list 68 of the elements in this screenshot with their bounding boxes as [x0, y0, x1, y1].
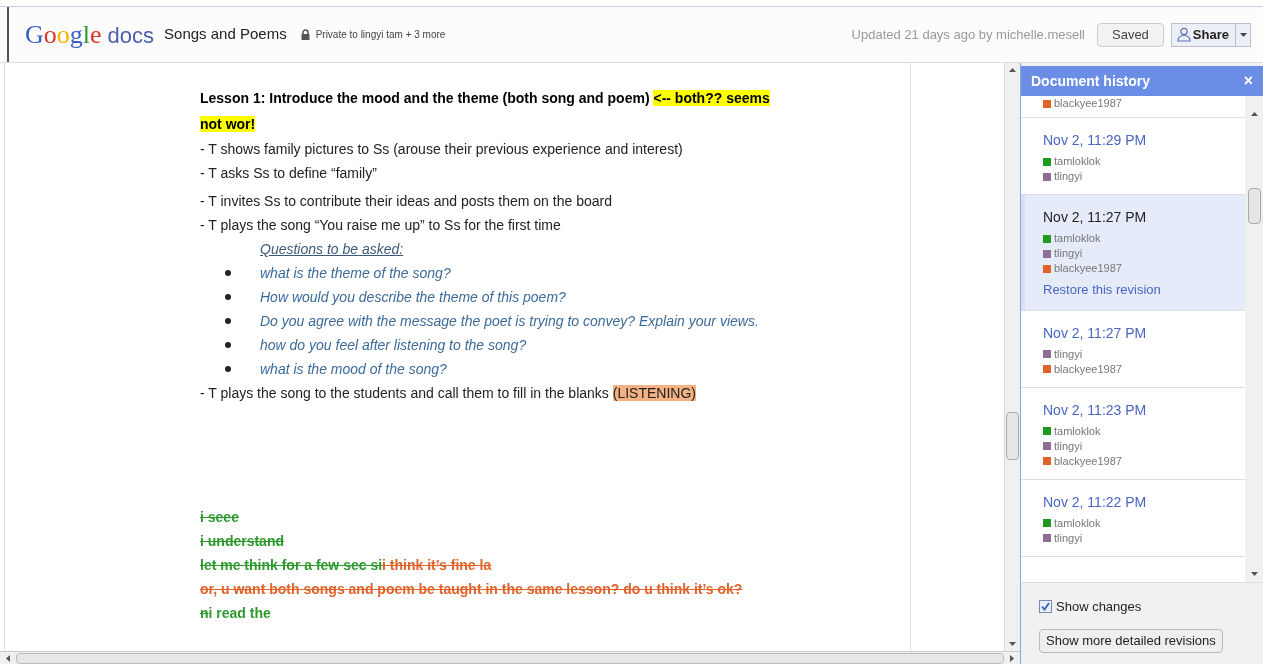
lock-icon	[300, 29, 310, 40]
change-line: i understand	[200, 532, 284, 551]
document-scrollbar[interactable]	[1004, 63, 1020, 651]
author-name: tlingyi	[1054, 530, 1083, 546]
bullet-icon	[225, 270, 231, 276]
bullet-icon	[225, 318, 231, 324]
lesson-heading: Lesson 1: Introduce the mood and the theme (both song and poem) <-- both?? seems not wor!	[200, 89, 771, 134]
scroll-right-icon[interactable]	[1010, 654, 1014, 662]
author-name: tlingyi	[1054, 246, 1083, 262]
question-line: How would you describe the theme of this poem?	[260, 288, 566, 307]
author-name: tlingyi	[1054, 438, 1083, 454]
document-line: - T asks Ss to define “family”	[200, 164, 378, 183]
revision-time: Nov 2, 11:23 PM	[1043, 400, 1148, 420]
scrollbar-thumb[interactable]	[1006, 412, 1019, 460]
share-button[interactable]: Share	[1170, 22, 1236, 47]
show-changes-label: Show changes	[1056, 598, 1142, 616]
question-line: what is the mood of the song?	[260, 360, 447, 379]
bullet-icon	[225, 342, 231, 348]
document-title[interactable]: Songs and Poems	[164, 23, 287, 46]
detailed-revisions-button[interactable]: Show more detailed revisions	[1039, 628, 1223, 653]
show-changes-checkbox[interactable]	[1039, 600, 1052, 614]
share-menu-button[interactable]	[1236, 22, 1251, 47]
author-name: tamloklok	[1054, 515, 1101, 531]
author-name: tlingyi	[1054, 169, 1083, 185]
author-name: tlingyi	[1054, 346, 1083, 362]
questions-heading: Questions to be asked:	[260, 240, 404, 259]
saved-button[interactable]: Saved	[1097, 22, 1164, 47]
question-line: how do you feel after listening to the song?	[260, 336, 527, 355]
author-name: blackyee1987	[1054, 453, 1122, 469]
revision-time: Nov 2, 11:29 PM	[1043, 131, 1148, 150]
question-line: what is the theme of the song?	[260, 264, 451, 283]
revision-time: Nov 2, 11:22 PM	[1043, 492, 1148, 512]
check-icon	[1041, 602, 1050, 612]
change-line: let me think for a few sec sii think it’s fine la	[200, 556, 492, 575]
app-logo[interactable]: Google docs	[25, 21, 155, 48]
author-name: blackyee1987	[1054, 361, 1122, 377]
bullet-icon	[225, 366, 231, 372]
person-icon	[1176, 27, 1191, 42]
bullet-icon	[225, 294, 231, 300]
revision-entry[interactable]: Nov 2, 11:27 PM tamloklok tlingyi blackyee1987 Restore this revision	[1021, 195, 1245, 311]
scroll-up-icon[interactable]	[1250, 112, 1258, 116]
revision-time: Nov 2, 11:27 PM	[1043, 323, 1148, 343]
privacy-link[interactable]: Private to lingyi tam + 3 more	[315, 27, 446, 42]
author-name: tamloklok	[1054, 231, 1101, 247]
scroll-down-icon[interactable]	[1009, 642, 1016, 646]
close-button[interactable]: ×	[1243, 73, 1253, 89]
author-name: tamloklok	[1054, 423, 1101, 439]
updated-status: Updated 21 days ago by michelle.mesell	[851, 25, 1085, 44]
scrollbar-thumb[interactable]	[1247, 188, 1261, 224]
revision-time: Nov 2, 11:27 PM	[1043, 208, 1148, 227]
author-name: tamloklok	[1054, 154, 1101, 170]
change-line: ni read the	[200, 604, 271, 623]
author-name: blackyee1987	[1054, 96, 1122, 112]
document-line: - T plays the song “You raise me up” to Ss for the first time	[200, 216, 562, 235]
question-line: Do you agree with the message the poet is trying to convey? Explain your views.	[260, 312, 759, 331]
caret-icon	[1239, 32, 1247, 37]
change-line: i seee	[200, 508, 239, 527]
change-line: or, u want both songs and poem be taught in the same lesson? do u think it’s ok?	[200, 580, 743, 599]
scroll-left-icon[interactable]	[6, 654, 10, 662]
author-name: blackyee1987	[1054, 261, 1122, 277]
revision-entry[interactable]: blackyee1987	[1021, 96, 1245, 118]
scroll-up-icon[interactable]	[1009, 68, 1016, 72]
document-line: - T invites Ss to contribute their ideas and posts them on the board	[200, 192, 613, 211]
restore-link[interactable]: Restore this revision	[1043, 280, 1237, 300]
scroll-down-icon[interactable]	[1250, 572, 1258, 576]
document-line: - T shows family pictures to Ss (arouse their previous experience and interest)	[200, 140, 684, 159]
document-line: - T plays the song to the students and call them to fill in the blanks (LISTENING)	[200, 384, 697, 403]
history-title: Document history	[1031, 71, 1150, 91]
